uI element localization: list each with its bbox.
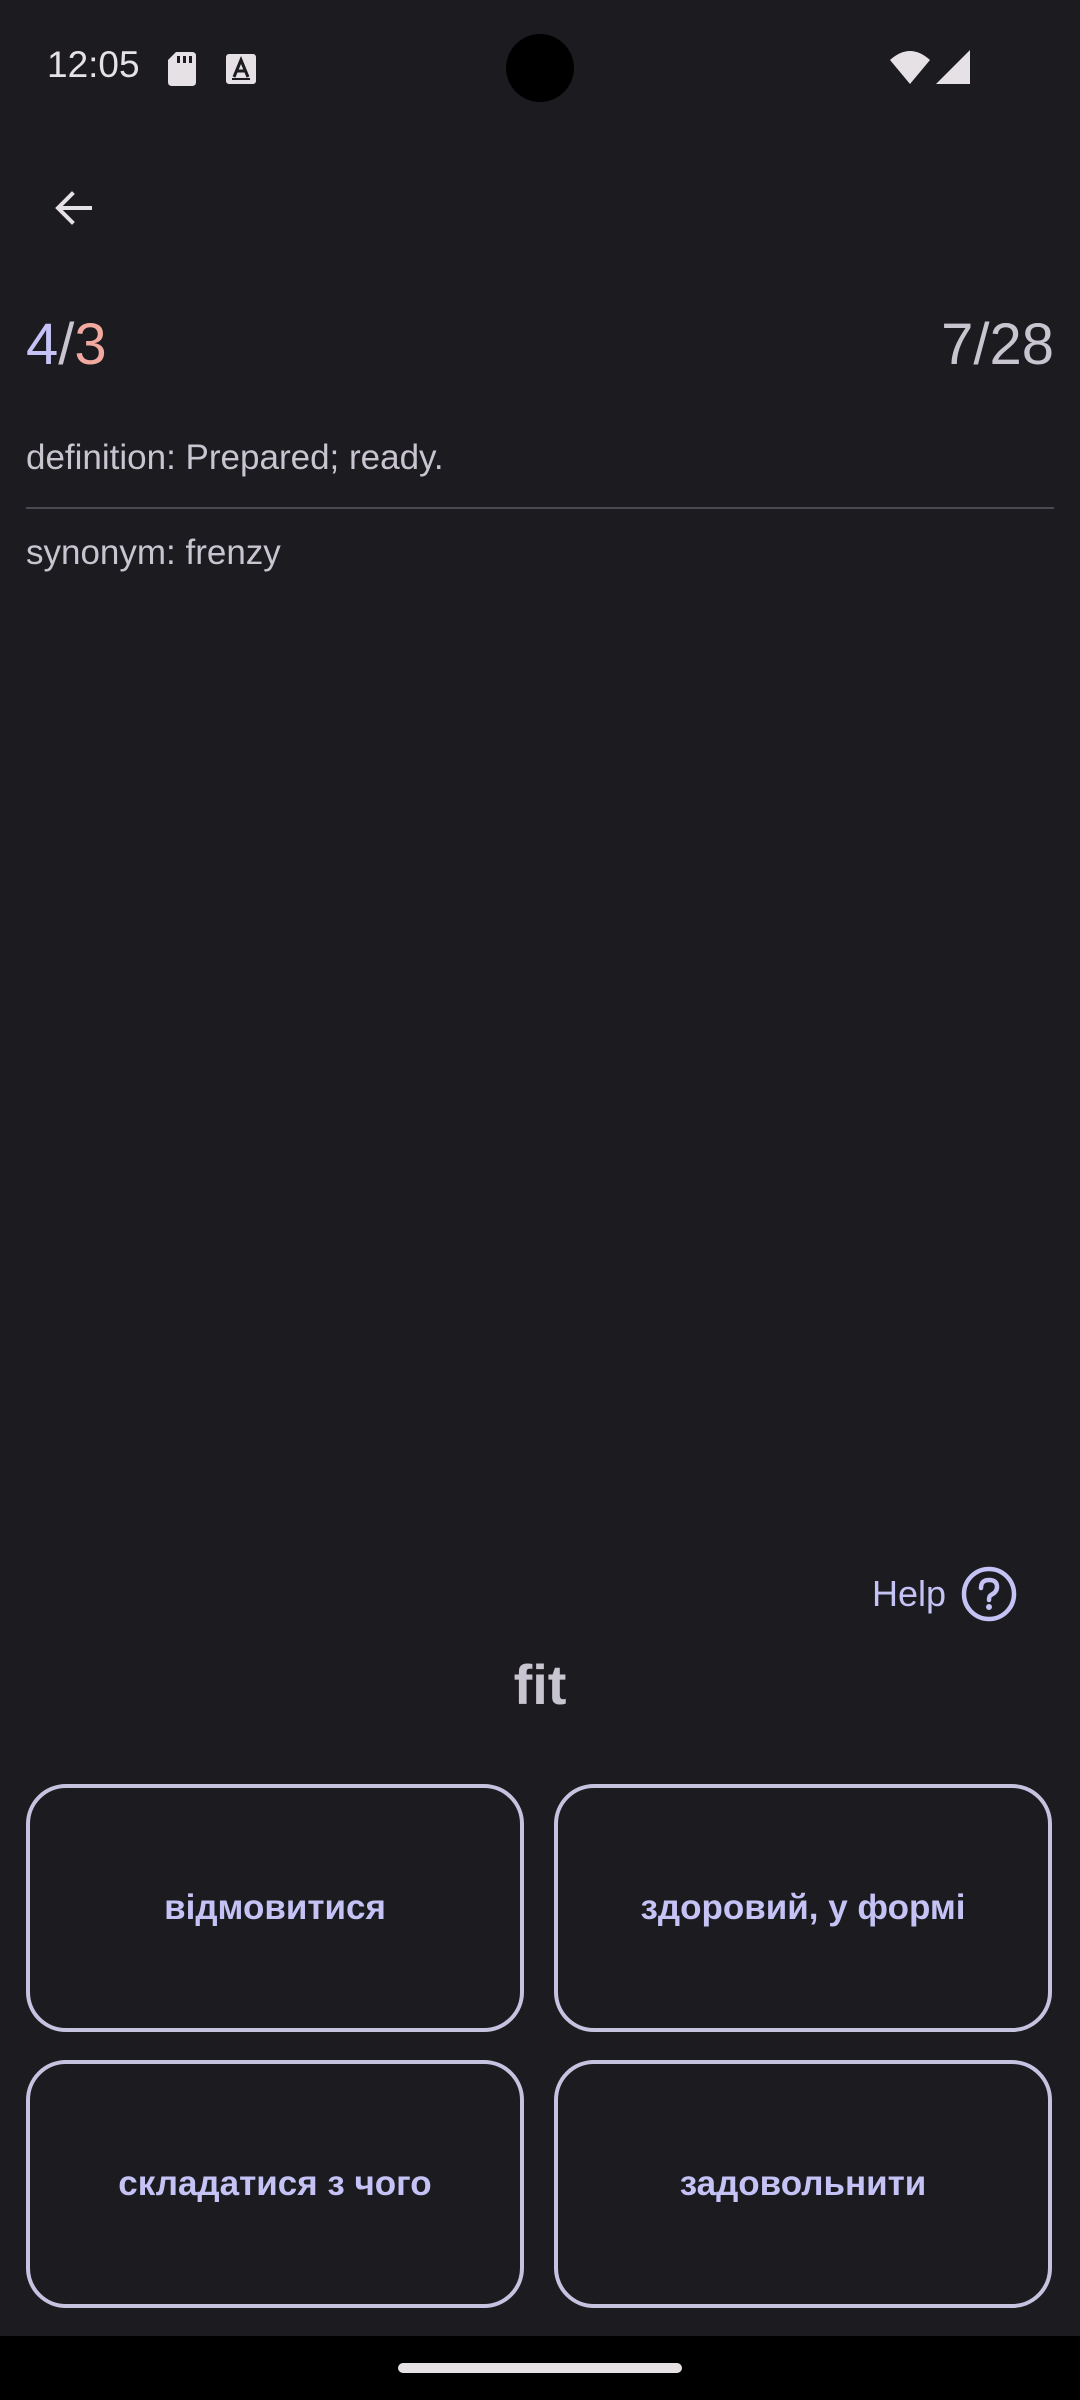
divider — [26, 507, 1054, 509]
score-separator: / — [58, 312, 75, 377]
score-wrong: 3 — [74, 312, 107, 377]
cellular-signal-icon — [936, 50, 970, 84]
question-circle-icon — [961, 1566, 1017, 1622]
score-correct: 4 — [26, 312, 59, 377]
status-time: 12:05 — [47, 44, 140, 85]
quiz-word: fit — [513, 1653, 567, 1716]
definition-text: definition: Prepared; ready. — [26, 438, 444, 477]
sd-card-icon — [168, 52, 196, 86]
answer-option[interactable]: складатися з чого — [26, 2060, 524, 2308]
answer-option[interactable]: відмовитися — [26, 1784, 524, 2032]
wifi-icon — [890, 51, 930, 84]
camera-cutout — [506, 34, 574, 102]
synonym-text: synonym: frenzy — [26, 533, 281, 572]
a-text-icon — [226, 54, 256, 84]
help-label: Help — [871, 1573, 946, 1614]
quiz-screen: 12:05 4/3 7/28 definition: Prepared; rea… — [0, 0, 1080, 2400]
help-button[interactable]: Help — [872, 1564, 1018, 1624]
score-counter: 4/3 — [26, 310, 107, 380]
home-handle[interactable] — [398, 2363, 682, 2373]
answer-option[interactable]: задовольнити — [554, 2060, 1052, 2308]
status-bar: 12:05 — [0, 0, 1080, 136]
progress-counter: 7/28 — [941, 312, 1054, 377]
arrow-left-icon — [55, 191, 92, 225]
back-button[interactable] — [36, 170, 112, 246]
answer-option[interactable]: здоровий, у формі — [554, 1784, 1052, 2032]
